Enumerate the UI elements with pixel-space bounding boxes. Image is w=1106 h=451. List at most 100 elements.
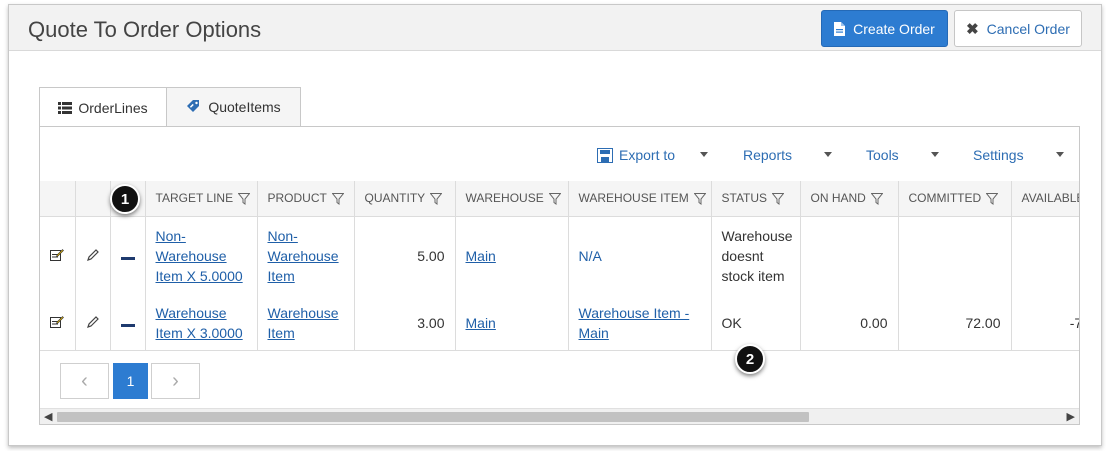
header-status[interactable]: STATUS [710, 181, 800, 217]
edit-note-icon[interactable] [50, 315, 65, 328]
scrollbar-thumb[interactable] [57, 412, 809, 422]
page-1-button[interactable]: 1 [113, 363, 148, 399]
orderlines-grid: Export to Reports Tools Settings TARGET … [39, 126, 1080, 425]
status-cell: Warehouse doesnt stock item [710, 216, 800, 296]
header-quantity-label: QUANTITY [364, 191, 426, 206]
product-link[interactable]: Non-Warehouse Item [268, 228, 339, 284]
header-edit-col [40, 181, 75, 217]
reports-caret-icon[interactable] [824, 152, 832, 157]
available-cell: -72 [1010, 296, 1079, 351]
pencil-cell[interactable] [74, 216, 110, 296]
filter-icon[interactable] [870, 193, 883, 206]
quantity-cell: 3.00 [353, 296, 455, 351]
minus-icon[interactable] [120, 257, 135, 261]
horizontal-scrollbar[interactable]: ◀ ▶ [40, 408, 1079, 424]
warehouse-item-text: N/A [578, 248, 602, 265]
pencil-icon[interactable] [86, 249, 99, 262]
quote-to-order-dialog: Quote To Order Options Create Order ✖ Ca… [8, 4, 1102, 446]
document-icon [834, 21, 846, 36]
quantity-cell: 5.00 [353, 216, 455, 296]
dialog-header: Quote To Order Options Create Order ✖ Ca… [9, 5, 1101, 51]
filter-icon[interactable] [331, 193, 344, 206]
header-warehouse-label: WAREHOUSE [465, 191, 544, 206]
export-label: Export to [619, 147, 676, 163]
on-hand-cell: 0.00 [799, 296, 898, 351]
header-warehouse-item[interactable]: WAREHOUSE ITEM [567, 181, 711, 217]
warehouse-link[interactable]: Main [466, 248, 496, 264]
minus-icon[interactable] [120, 323, 135, 328]
product-link[interactable]: Warehouse Item [268, 305, 339, 341]
scroll-right-icon[interactable]: ▶ [1067, 410, 1075, 423]
tab-orderlines[interactable]: OrderLines [39, 87, 167, 128]
remove-cell[interactable] [109, 296, 145, 351]
orderlines-table: TARGET LINE PRODUCT QUANTITY WAREHOUSE W… [40, 181, 1079, 351]
cancel-order-button[interactable]: ✖ Cancel Order [954, 10, 1082, 47]
create-order-button[interactable]: Create Order [821, 10, 948, 47]
filter-icon[interactable] [693, 193, 706, 206]
committed-cell [897, 216, 1011, 296]
filter-icon[interactable] [548, 193, 561, 206]
table-row: Warehouse Item X 3.0000 Warehouse Item 3… [40, 296, 1079, 351]
edit-note-icon[interactable] [50, 248, 65, 262]
filter-icon[interactable] [430, 193, 443, 206]
header-quantity[interactable]: QUANTITY [353, 181, 455, 217]
target-line-link[interactable]: Warehouse Item X 3.0000 [156, 305, 243, 341]
create-order-label: Create Order [853, 20, 935, 37]
header-warehouse[interactable]: WAREHOUSE [454, 181, 568, 217]
available-cell [1010, 216, 1079, 296]
header-committed-label: COMMITTED [908, 191, 982, 206]
target-line-cell[interactable]: Warehouse Item X 3.0000 [144, 296, 257, 351]
tools-menu[interactable]: Tools [866, 147, 899, 163]
pencil-icon[interactable] [86, 315, 99, 328]
reports-label: Reports [743, 147, 793, 163]
edit-cell[interactable] [40, 296, 75, 351]
page-title: Quote To Order Options [28, 17, 262, 42]
product-cell[interactable]: Warehouse Item [256, 296, 354, 351]
table-header-row: TARGET LINE PRODUCT QUANTITY WAREHOUSE W… [40, 181, 1079, 217]
header-available[interactable]: AVAILABLE [1010, 181, 1079, 217]
export-caret-icon[interactable] [700, 152, 708, 157]
next-page-button[interactable]: › [151, 363, 200, 399]
annotation-badge-2: 2 [735, 344, 765, 374]
header-product-label: PRODUCT [267, 191, 327, 206]
tab-orderlines-label: OrderLines [78, 100, 148, 116]
tab-quoteitems-label: QuoteItems [208, 99, 281, 115]
target-line-link[interactable]: Non-Warehouse Item X 5.0000 [156, 228, 243, 284]
filter-icon[interactable] [772, 193, 785, 206]
warehouse-item-link[interactable]: Warehouse Item - Main [579, 305, 690, 341]
header-on-hand[interactable]: ON HAND [799, 181, 898, 217]
settings-label: Settings [973, 147, 1024, 163]
settings-caret-icon[interactable] [1056, 152, 1064, 157]
remove-cell[interactable] [109, 216, 145, 296]
header-pencil-col [74, 181, 110, 217]
cancel-order-label: Cancel Order [986, 20, 1070, 37]
warehouse-item-cell[interactable]: Warehouse Item - Main [567, 296, 711, 351]
tag-icon [187, 100, 200, 112]
grid-toolbar: Export to Reports Tools Settings [40, 127, 1079, 181]
product-cell[interactable]: Non-Warehouse Item [256, 216, 354, 296]
warehouse-cell[interactable]: Main [454, 216, 568, 296]
prev-page-button[interactable]: ‹ [60, 363, 109, 399]
edit-cell[interactable] [40, 216, 75, 296]
filter-icon[interactable] [238, 193, 251, 206]
scroll-left-icon[interactable]: ◀ [44, 410, 52, 423]
header-on-hand-label: ON HAND [810, 191, 866, 206]
close-icon: ✖ [966, 20, 979, 38]
reports-menu[interactable]: Reports [743, 147, 792, 163]
filter-icon[interactable] [986, 193, 999, 206]
tools-caret-icon[interactable] [931, 152, 939, 157]
pencil-cell[interactable] [74, 296, 110, 351]
header-product[interactable]: PRODUCT [256, 181, 354, 217]
header-warehouse-item-label: WAREHOUSE ITEM [578, 191, 689, 206]
list-icon [58, 102, 73, 114]
header-committed[interactable]: COMMITTED [897, 181, 1011, 217]
tab-quoteitems[interactable]: QuoteItems [166, 87, 301, 127]
header-target-line[interactable]: TARGET LINE [144, 181, 257, 217]
target-line-cell[interactable]: Non-Warehouse Item X 5.0000 [144, 216, 257, 296]
committed-cell: 72.00 [897, 296, 1011, 351]
warehouse-link[interactable]: Main [466, 315, 496, 331]
export-menu[interactable]: Export to [597, 147, 675, 163]
on-hand-cell [799, 216, 898, 296]
settings-menu[interactable]: Settings [973, 147, 1024, 163]
warehouse-cell[interactable]: Main [454, 296, 568, 351]
